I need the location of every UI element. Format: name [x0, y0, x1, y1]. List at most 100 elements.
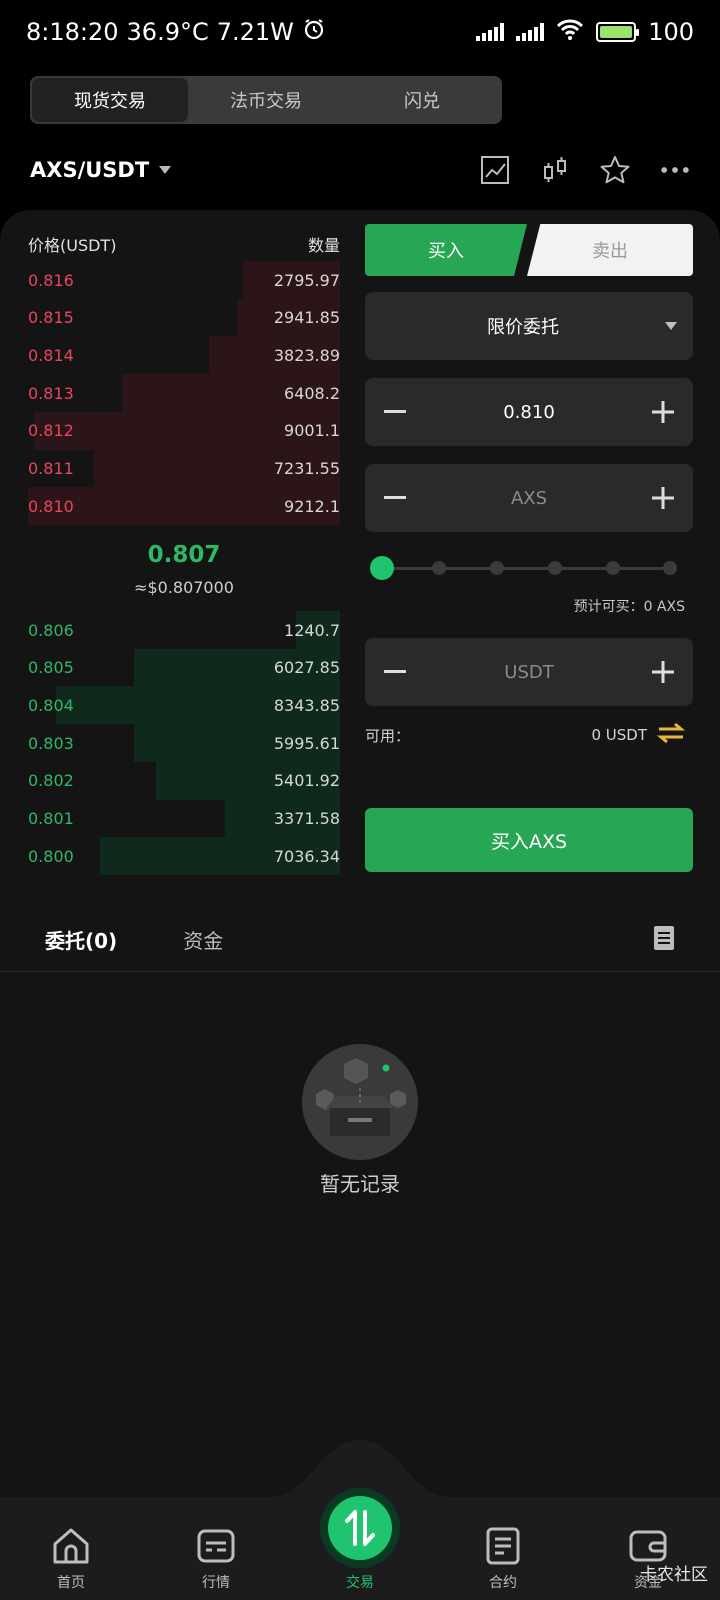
chevron-down-icon[interactable]: [159, 166, 172, 174]
row-price: 0.810: [28, 496, 74, 516]
amount-input[interactable]: AXS: [409, 488, 649, 509]
slider-step[interactable]: [606, 561, 620, 575]
estimate-text: 预计可买：0 AXS: [573, 599, 685, 615]
slider-step[interactable]: [663, 561, 677, 575]
price-input[interactable]: 0.810: [409, 402, 649, 423]
qty-header: 数量: [307, 236, 340, 255]
minus-icon[interactable]: [381, 398, 409, 426]
minus-icon[interactable]: [381, 484, 409, 512]
row-price: 0.803: [28, 733, 74, 753]
trade-icon: [328, 1496, 392, 1560]
bid-row[interactable]: 0.802 5401.92: [28, 761, 340, 800]
row-price: 0.801: [28, 809, 74, 828]
bid-row[interactable]: 0.805 6027.85: [28, 648, 340, 687]
row-qty: 6408.2: [284, 383, 340, 403]
ask-row[interactable]: 0.813 6408.2: [28, 374, 340, 413]
row-qty: 2795.97: [273, 270, 340, 290]
row-price: 0.813: [28, 383, 74, 403]
slider-step[interactable]: [548, 561, 562, 575]
row-price: 0.800: [28, 846, 74, 866]
row-qty: 8343.85: [273, 695, 340, 715]
slider-track: [380, 567, 676, 570]
slider-handle[interactable]: [370, 556, 394, 580]
ask-row[interactable]: 0.812 9001.1: [28, 411, 340, 450]
plus-icon[interactable]: [649, 658, 677, 686]
row-price: 0.804: [28, 695, 74, 715]
bid-row[interactable]: 0.800 7036.34: [28, 837, 340, 876]
row-price: 0.805: [28, 658, 74, 678]
star-icon[interactable]: [600, 155, 630, 185]
row-qty: 6027.85: [273, 658, 340, 678]
bid-row[interactable]: 0.804 8343.85: [28, 686, 340, 725]
last-price-usd: ≈$0.807000: [134, 578, 234, 597]
empty-text: 暂无记录: [320, 1172, 400, 1196]
transfer-icon[interactable]: [656, 722, 686, 748]
buy-sell-tabs: 买入 卖出: [365, 224, 693, 276]
buy-tab[interactable]: 买入: [365, 224, 527, 276]
total-input[interactable]: USDT: [409, 662, 649, 683]
row-qty: 7036.34: [273, 846, 340, 866]
orders-tabs: 委托(0) 资金: [0, 908, 720, 972]
home-icon: [51, 1526, 91, 1566]
row-qty: 1240.7: [284, 620, 340, 640]
pair-selector[interactable]: AXS/USDT: [30, 158, 149, 182]
row-price: 0.812: [28, 421, 74, 441]
order-type-select[interactable]: 限价委托: [365, 292, 693, 360]
row-price: 0.802: [28, 771, 74, 791]
tab-orders[interactable]: 委托(0): [45, 925, 117, 954]
available-label: 可用：: [365, 726, 411, 745]
chart-icon[interactable]: [480, 155, 510, 185]
bid-row[interactable]: 0.803 5995.61: [28, 724, 340, 763]
watermark: 卡农社区: [640, 1565, 708, 1585]
more-icon[interactable]: [660, 155, 690, 185]
tab-spot[interactable]: 现货交易: [32, 78, 188, 122]
tab-swap[interactable]: 闪兑: [344, 78, 500, 122]
sell-tab[interactable]: 卖出: [527, 224, 693, 276]
row-price: 0.806: [28, 620, 74, 640]
row-qty: 9001.1: [284, 421, 340, 441]
ask-row[interactable]: 0.811 7231.55: [28, 449, 340, 488]
amount-slider[interactable]: [370, 556, 684, 580]
orderbook-header: 价格(USDT) 数量: [28, 232, 340, 256]
ask-row[interactable]: 0.810 9212.1: [28, 487, 340, 526]
row-qty: 9212.1: [284, 496, 340, 516]
slider-step[interactable]: [490, 561, 504, 575]
price-stepper: 0.810: [365, 378, 693, 446]
row-qty: 7231.55: [273, 459, 340, 478]
bid-row[interactable]: 0.806 1240.7: [28, 611, 340, 649]
ask-row[interactable]: 0.814 3823.89: [28, 336, 340, 375]
plus-icon[interactable]: [649, 398, 677, 426]
nav-trade[interactable]: [320, 1488, 400, 1568]
total-stepper: USDT: [365, 638, 693, 706]
bid-row[interactable]: 0.801 3371.58: [28, 799, 340, 838]
nav-contract-label: 合约: [489, 1575, 517, 1591]
ask-row[interactable]: 0.815 2941.85: [28, 298, 340, 337]
row-price: 0.816: [28, 270, 74, 290]
candlestick-icon[interactable]: [540, 155, 570, 185]
wifi-icon: [556, 18, 584, 46]
row-price: 0.811: [28, 459, 74, 478]
slider-step[interactable]: [432, 561, 446, 575]
status-temp: 36.9°C: [126, 18, 209, 46]
document-icon[interactable]: [653, 925, 675, 955]
status-bar: 8:18:20 36.9°C 7.21W 100: [0, 0, 720, 64]
battery-level: 100: [648, 18, 694, 46]
tab-funds[interactable]: 资金: [183, 925, 223, 954]
main-panel: 价格(USDT) 数量 0.816 2795.97 0.815 2941.85 0.81…: [0, 210, 720, 1600]
signal-icon: [476, 23, 505, 41]
row-price: 0.814: [28, 345, 74, 365]
chevron-down-icon: [665, 322, 677, 330]
plus-icon[interactable]: [649, 484, 677, 512]
nav-market-label: 行情: [202, 1575, 230, 1591]
row-qty: 3823.89: [273, 345, 340, 365]
available-row: 可用： 0 USDT: [365, 722, 686, 748]
status-left: 8:18:20 36.9°C 7.21W: [26, 17, 326, 47]
minus-icon[interactable]: [381, 658, 409, 686]
nav-home-label: 首页: [57, 1575, 85, 1591]
tab-fiat[interactable]: 法币交易: [188, 78, 344, 122]
empty-box-icon: [302, 1044, 418, 1160]
pair-row: AXS/USDT: [30, 150, 690, 190]
buy-button[interactable]: 买入AXS: [365, 808, 693, 872]
ask-row[interactable]: 0.816 2795.97: [28, 261, 340, 299]
nav-trade-label: 交易: [346, 1575, 374, 1591]
